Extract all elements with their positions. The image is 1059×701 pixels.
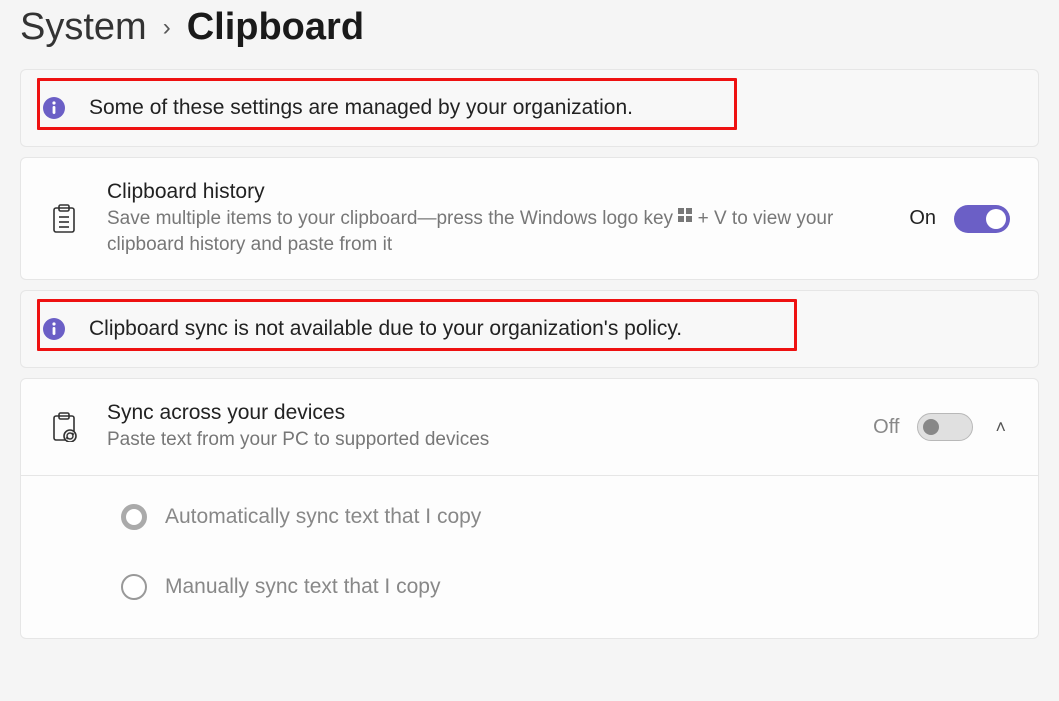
sync-devices-description: Paste text from your PC to supported dev… <box>107 427 845 453</box>
highlight-annotation <box>37 299 797 351</box>
clipboard-history-title: Clipboard history <box>107 180 881 204</box>
sync-devices-icon <box>49 412 79 442</box>
breadcrumb-parent[interactable]: System <box>20 6 147 49</box>
sync-option-manual-label: Manually sync text that I copy <box>165 575 440 599</box>
breadcrumb-current: Clipboard <box>187 6 364 49</box>
breadcrumb: System › Clipboard <box>20 0 1039 69</box>
highlight-annotation <box>37 78 737 130</box>
clipboard-history-description: Save multiple items to your clipboard—pr… <box>107 206 881 257</box>
sync-option-auto[interactable]: Automatically sync text that I copy <box>121 504 998 530</box>
sync-devices-title: Sync across your devices <box>107 401 845 425</box>
sync-options-panel: Automatically sync text that I copy Manu… <box>21 475 1038 638</box>
sync-devices-setting: Sync across your devices Paste text from… <box>20 378 1039 639</box>
clipboard-history-state-label: On <box>909 207 936 230</box>
chevron-right-icon: › <box>163 14 171 42</box>
radio-icon <box>121 504 147 530</box>
org-managed-banner: Some of these settings are managed by yo… <box>20 69 1039 147</box>
sync-policy-banner: Clipboard sync is not available due to y… <box>20 290 1039 368</box>
windows-logo-icon <box>678 204 692 230</box>
radio-icon <box>121 574 147 600</box>
chevron-up-icon[interactable]: ˄ <box>991 417 1010 438</box>
sync-option-manual[interactable]: Manually sync text that I copy <box>121 574 998 600</box>
sync-devices-state-label: Off <box>873 416 899 439</box>
sync-devices-toggle[interactable] <box>917 413 973 441</box>
clipboard-history-setting: Clipboard history Save multiple items to… <box>20 157 1039 280</box>
sync-option-auto-label: Automatically sync text that I copy <box>165 505 481 529</box>
clipboard-history-toggle[interactable] <box>954 205 1010 233</box>
clipboard-icon <box>49 204 79 234</box>
